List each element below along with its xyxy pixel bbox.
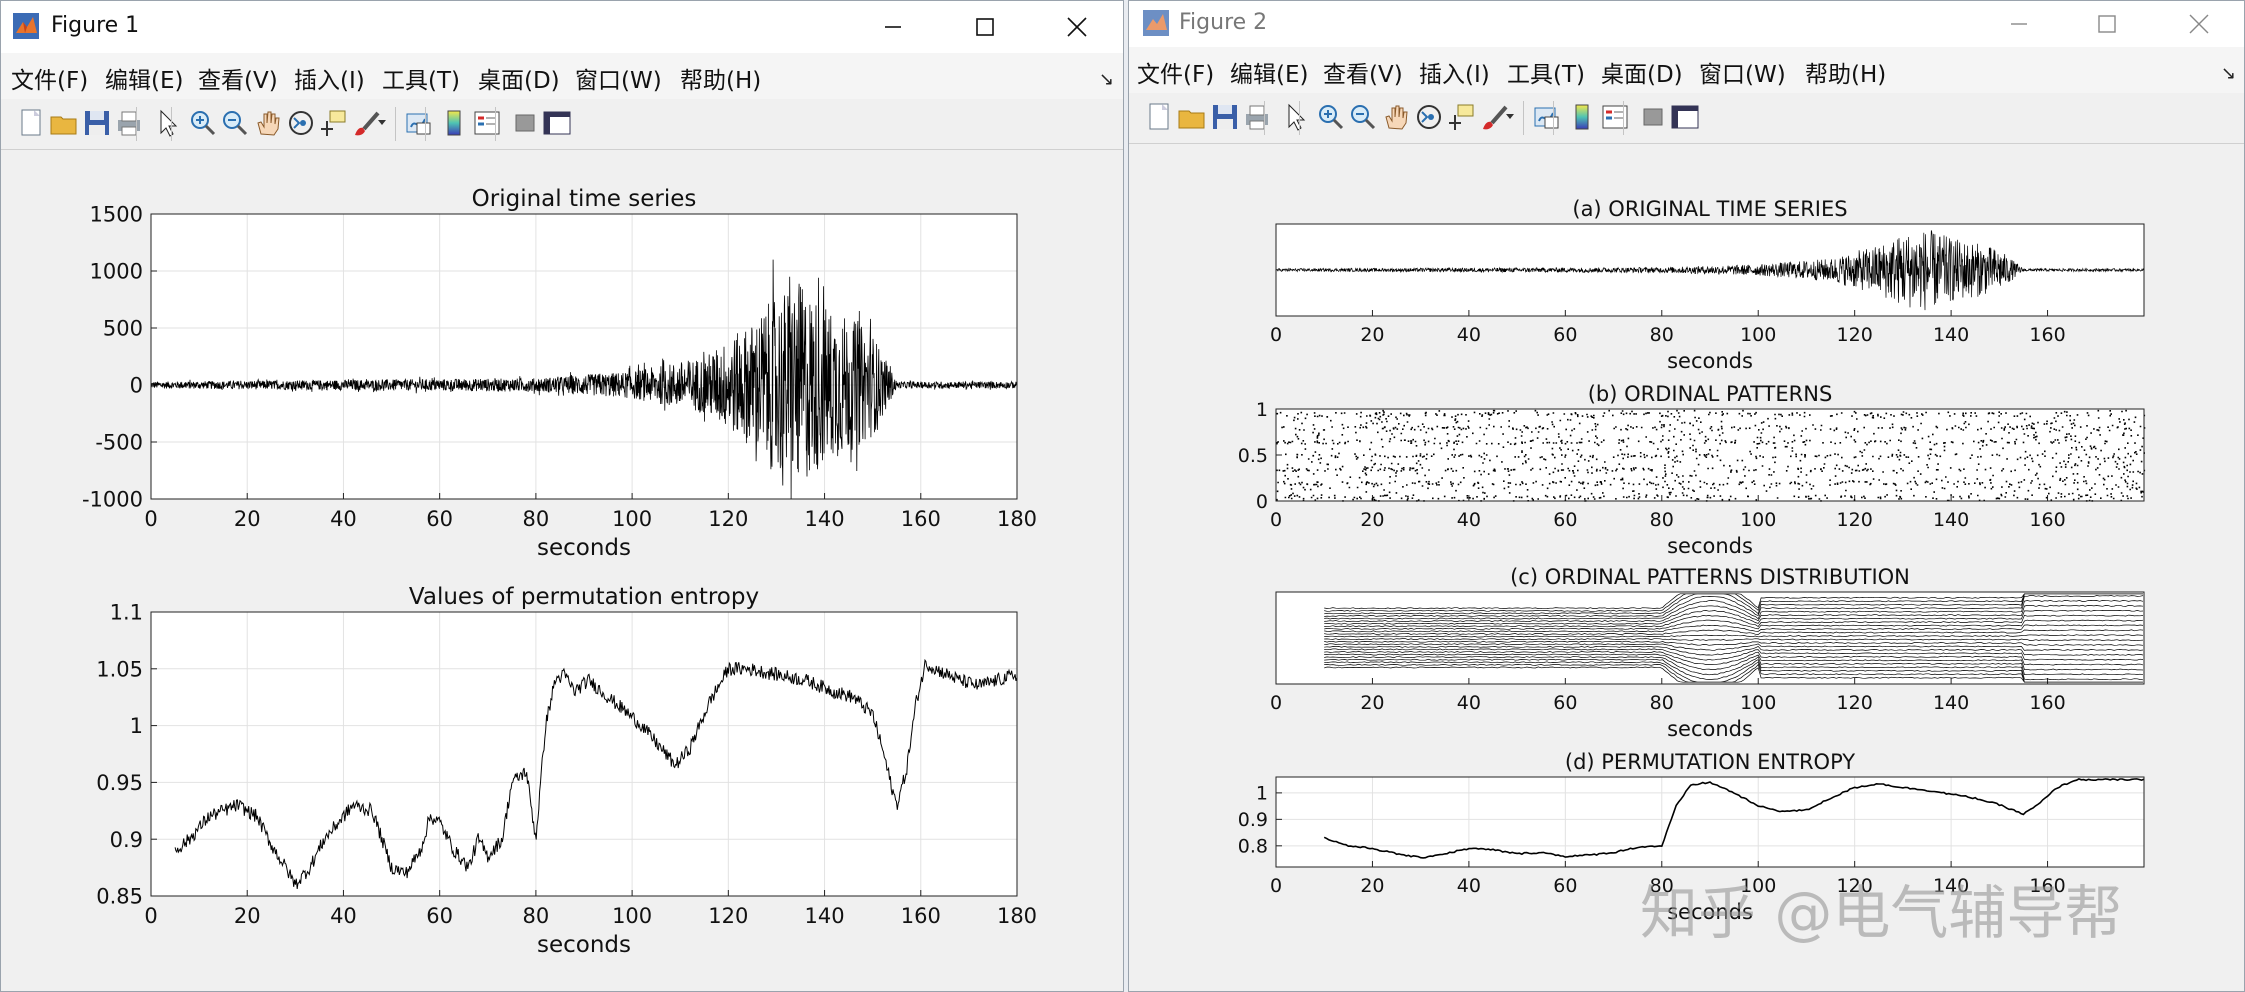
x-tick-label: 120	[1837, 324, 1873, 346]
x-tick-label: 0	[1270, 692, 1282, 714]
x-tick-label: 0	[1270, 509, 1282, 531]
x-tick-label: 140	[1933, 509, 1969, 531]
y-tick-label: 500	[103, 317, 143, 341]
y-tick-label: 0.9	[1238, 809, 1268, 831]
x-tick-label: 120	[1837, 692, 1873, 714]
x-tick-label: 100	[1740, 692, 1776, 714]
y-tick-label: 0.9	[110, 828, 143, 852]
x-tick-label: 60	[1553, 324, 1577, 346]
figure2-canvas: 0 20 40 60 80 100 120 140 160(a) ORIGINAL TIME S…	[1238, 197, 2146, 924]
y-tick-label: 1.05	[96, 657, 143, 681]
axes-title: (b) ORDINAL PATTERNS	[1588, 382, 1833, 406]
x-tick-label: 40	[1457, 324, 1481, 346]
y-tick-label: 1	[1256, 783, 1268, 805]
panel-a-axes: 0 20 40 60 80 100 120 140 160 (a) ORIGINAL TIME S…	[1270, 197, 2145, 373]
x-tick-label: 180	[997, 507, 1037, 531]
y-tick-label: 1000	[90, 260, 143, 284]
x-tick-label: 80	[1650, 324, 1674, 346]
x-tick-label: 160	[2029, 324, 2065, 346]
y-tick-label: -500	[95, 431, 143, 455]
panel-c-axes: 0 20 40 60 80 100 120 140 160 (c) ORDINAL PATTERN…	[1270, 565, 2145, 741]
axes-title: (d) PERMUTATION ENTROPY	[1565, 750, 1855, 774]
x-tick-label: 40	[1457, 875, 1481, 897]
axes-background	[1276, 777, 2144, 867]
x-tick-label: 100	[1740, 509, 1776, 531]
x-tick-label: 120	[708, 904, 748, 928]
x-tick-label: 20	[1360, 692, 1384, 714]
y-tick-label: 1500	[90, 203, 143, 227]
figure1-window[interactable]: Figure 1 文件(F) 编辑(E) 查看(V) 插入(I) 工具(T) 桌…	[0, 0, 1124, 992]
y-tick-label: 0	[1256, 491, 1268, 513]
x-tick-label: 60	[1553, 509, 1577, 531]
x-tick-label: 0	[1270, 324, 1282, 346]
y-tick-label: 0.95	[96, 771, 143, 795]
x-tick-label: 20	[1360, 875, 1384, 897]
x-tick-label: 40	[330, 507, 357, 531]
x-tick-label: 60	[426, 904, 453, 928]
y-tick-label: 1	[130, 714, 143, 738]
axes-background	[1276, 409, 2144, 501]
x-tick-label: 160	[2029, 692, 2065, 714]
x-tick-label: 20	[1360, 324, 1384, 346]
y-tick-label: 0	[130, 374, 143, 398]
x-tick-label: 180	[997, 904, 1037, 928]
x-axis-label: seconds	[1667, 717, 1753, 741]
x-axis-label: seconds	[537, 535, 631, 561]
x-tick-label: 40	[330, 904, 357, 928]
x-tick-label: 20	[234, 507, 261, 531]
x-tick-label: 80	[523, 507, 550, 531]
x-tick-label: 0	[1270, 875, 1282, 897]
x-tick-label: 120	[1837, 509, 1873, 531]
x-tick-label: 140	[1933, 324, 1969, 346]
y-tick-label: 0.85	[96, 885, 143, 909]
time-series-axes: 0 20 40 60 80 100 120 140 160 180 1500 1000 500 0 -500…	[82, 186, 1037, 561]
x-tick-label: 80	[1650, 509, 1674, 531]
x-tick-label: 160	[901, 507, 941, 531]
axes-background	[151, 612, 1017, 896]
x-tick-label: 100	[612, 507, 652, 531]
y-tick-label: 0.8	[1238, 836, 1268, 858]
x-tick-label: 20	[234, 904, 261, 928]
x-tick-label: 140	[805, 904, 845, 928]
y-tick-label: 1.1	[110, 601, 143, 625]
entropy-axes: 0 20 40 60 80 100 120 140 160 180 1.1 1.05 1 0.95 0.9 0…	[96, 584, 1037, 958]
x-tick-label: 160	[2029, 509, 2065, 531]
x-tick-label: 80	[523, 904, 550, 928]
x-tick-label: 80	[1650, 692, 1674, 714]
x-tick-label: 20	[1360, 509, 1384, 531]
x-tick-label: 0	[144, 507, 157, 531]
x-tick-label: 100	[612, 904, 652, 928]
figure2-window[interactable]: Figure 2 文件(F) 编辑(E) 查看(V) 插入(I) 工具(T) 桌…	[1128, 0, 2245, 992]
x-tick-label: 40	[1457, 509, 1481, 531]
x-tick-label: 120	[708, 507, 748, 531]
x-axis-label: seconds	[537, 932, 631, 958]
x-tick-label: 40	[1457, 692, 1481, 714]
figure1-canvas: 0 20 40 60 80 100 120 140 160 180150010005000-500…	[82, 186, 1037, 958]
x-tick-label: 140	[805, 507, 845, 531]
axes-title: (c) ORDINAL PATTERNS DISTRIBUTION	[1510, 565, 1910, 589]
y-tick-label: 0.5	[1238, 445, 1268, 467]
x-tick-label: 100	[1740, 324, 1776, 346]
x-tick-label: 140	[1933, 692, 1969, 714]
x-axis-label: seconds	[1667, 534, 1753, 558]
x-axis-label: seconds	[1667, 349, 1753, 373]
panel-b-axes: 0 20 40 60 80 100 120 140 160 1 0.5 0 (b) ORDINAL PA…	[1238, 382, 2146, 558]
axes-title: (a) ORIGINAL TIME SERIES	[1572, 197, 1847, 221]
watermark: 知乎 @电气辅导帮	[1640, 879, 2123, 947]
axes-title: Values of permutation entropy	[409, 584, 759, 610]
axes-background	[151, 214, 1017, 499]
axes-title: Original time series	[472, 186, 697, 212]
x-tick-label: 60	[426, 507, 453, 531]
x-tick-label: 0	[144, 904, 157, 928]
y-tick-label: 1	[1256, 399, 1268, 421]
y-tick-label: -1000	[82, 488, 143, 512]
x-tick-label: 160	[901, 904, 941, 928]
x-tick-label: 60	[1553, 875, 1577, 897]
x-tick-label: 60	[1553, 692, 1577, 714]
